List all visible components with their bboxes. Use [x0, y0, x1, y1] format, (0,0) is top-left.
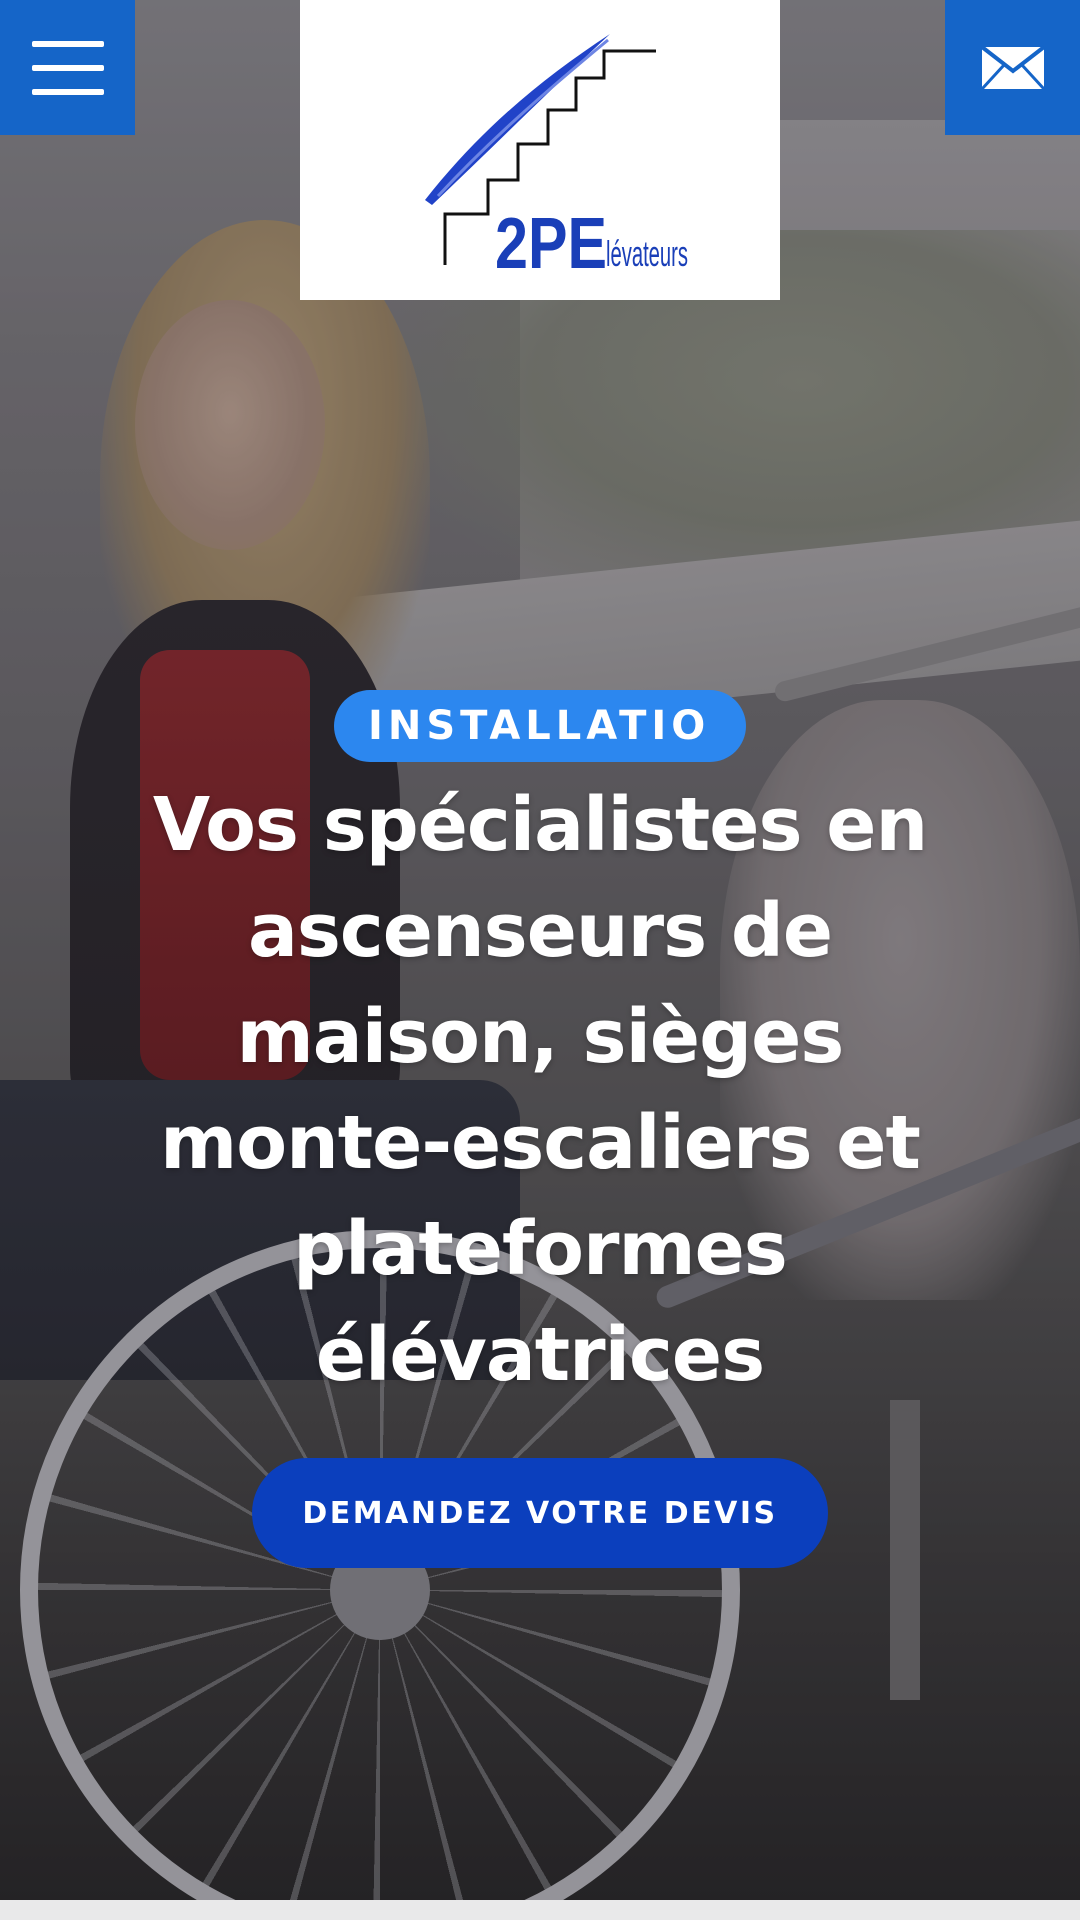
hero-headline: Vos spécialistes en ascenseurs de maison…: [152, 782, 928, 1398]
envelope-icon: [980, 44, 1045, 90]
hamburger-menu-icon: [31, 40, 104, 47]
hero-section: 2PE lévateurs INSTALLATIO Vos spécialist…: [0, 0, 1080, 1900]
logo-main-text: 2PE: [495, 204, 607, 284]
request-quote-button[interactable]: DEMANDEZ VOTRE DEVIS: [252, 1458, 828, 1568]
menu-button[interactable]: [0, 0, 135, 135]
hero-content: INSTALLATIO Vos spécialistes en ascenseu…: [0, 690, 1080, 1568]
logo-sub-text: lévateurs: [606, 233, 688, 274]
site-logo[interactable]: 2PE lévateurs: [300, 0, 780, 300]
hero-badge: INSTALLATIO: [334, 690, 746, 762]
contact-mail-button[interactable]: [945, 0, 1080, 135]
staircase-logo-icon: 2PE lévateurs: [425, 34, 688, 284]
page-bottom-strip: [0, 1900, 1080, 1920]
